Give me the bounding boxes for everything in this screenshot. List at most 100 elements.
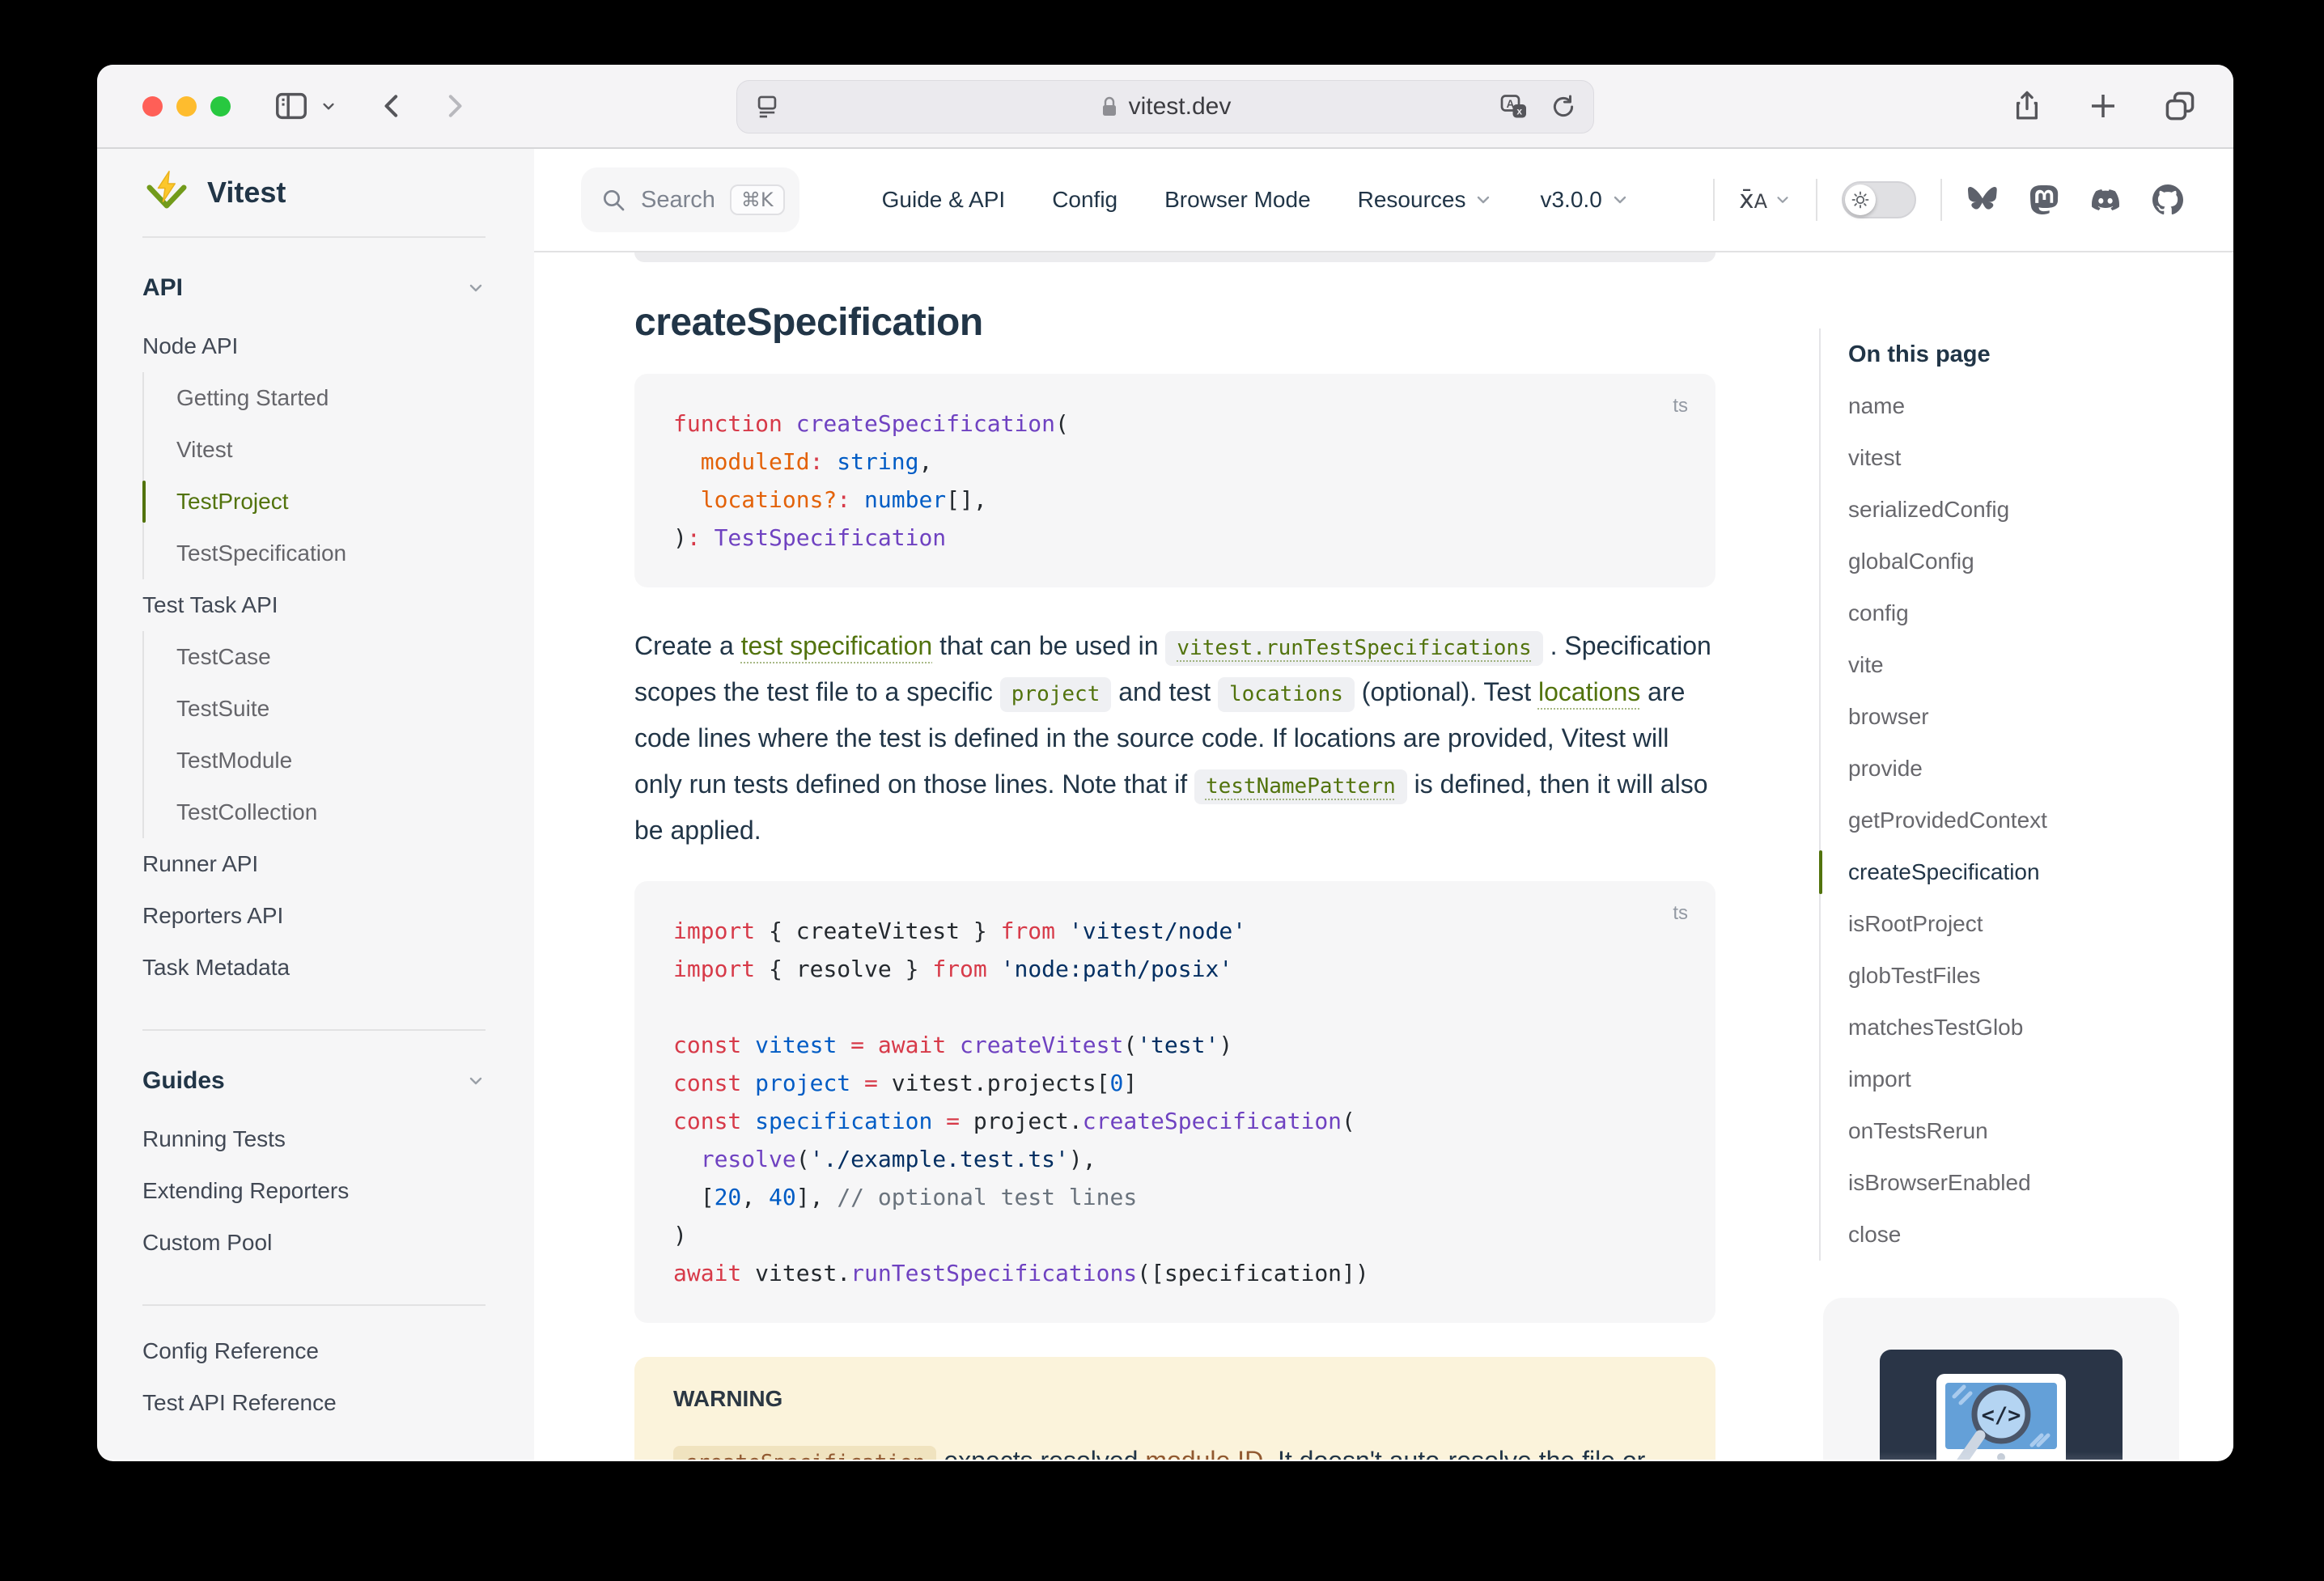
sidebar-item-extending-reporters[interactable]: Extending Reporters [142,1165,486,1217]
sidebar-item-getting-started[interactable]: Getting Started [176,372,486,424]
sidebar-item-node-api[interactable]: Node API [142,320,486,372]
tab-overview-button[interactable] [2162,88,2198,124]
code-line: moduleId: string, [673,443,1677,481]
inline-link[interactable]: test specification [741,631,933,660]
on-this-page: On this page namevitestserializedConfigg… [1819,328,2199,1261]
toc-item-isbrowserenabled[interactable]: isBrowserEnabled [1848,1157,2199,1209]
sidebar-item-testproject[interactable]: TestProject [176,476,486,528]
nav-item-browser-mode[interactable]: Browser Mode [1164,187,1311,213]
content-area: Search ⌘K Guide & API Config Browser Mode R… [534,149,2233,1460]
sidebar-item-test-task-api[interactable]: Test Task API [142,579,486,631]
doc-article: createSpecification ts function createSp… [634,252,1715,1460]
toc-item-close[interactable]: close [1848,1209,2199,1261]
sponsor-widget[interactable]: </> [1823,1298,2179,1460]
chevron-down-icon [466,1071,486,1091]
inline-link[interactable]: testNamePattern [1194,769,1407,804]
header-divider [1940,179,1942,221]
theme-toggle[interactable] [1842,181,1916,218]
header-divider [1816,179,1817,221]
intro-paragraph: Create a test specification that can be … [634,623,1715,854]
inline-code: project [1000,677,1112,712]
toc-item-vite[interactable]: vite [1848,639,2199,691]
back-button[interactable] [376,90,409,122]
code-line: await vitest.runTestSpecifications([spec… [673,1254,1677,1292]
sidebar-item-vitest[interactable]: Vitest [176,424,486,476]
toc-item-config[interactable]: config [1848,587,2199,639]
toc-item-matchestestglob[interactable]: matchesTestGlob [1848,1002,2199,1053]
sun-icon [1845,184,1876,215]
nav-item-label: Browser Mode [1164,187,1311,213]
nav-item-config[interactable]: Config [1052,187,1117,213]
minimize-window-button[interactable] [176,96,197,117]
sidebar-divider [142,1029,486,1031]
sidebar-item-config-reference[interactable]: Config Reference [142,1325,486,1377]
warning-body: createSpecification expects resolved mod… [673,1438,1677,1460]
toc-item-import[interactable]: import [1848,1053,2199,1105]
sidebar-item-running-tests[interactable]: Running Tests [142,1113,486,1165]
inline-link[interactable]: module ID [1145,1446,1263,1460]
toc-item-isrootproject[interactable]: isRootProject [1848,898,2199,950]
code-language-badge: ts [1673,387,1688,425]
code-block-signature: ts function createSpecification( moduleI… [634,374,1715,587]
forward-button[interactable] [438,90,470,122]
code-line: import { resolve } from 'node:path/posix… [673,950,1677,988]
github-icon[interactable] [2152,184,2183,215]
nav-item-label: Config [1052,187,1117,213]
discord-icon[interactable] [2089,186,2122,214]
new-tab-button[interactable] [2086,89,2120,123]
toc-item-globtestfiles[interactable]: globTestFiles [1848,950,2199,1002]
chevron-down-icon [1474,190,1493,210]
inline-link[interactable]: locations [1538,677,1640,706]
toc-item-browser[interactable]: browser [1848,691,2199,743]
toc-item-serializedconfig[interactable]: serializedConfig [1848,484,2199,536]
toc-item-createspecification[interactable]: createSpecification [1848,846,2199,898]
warning-callout: WARNING createSpecification expects reso… [634,1357,1715,1460]
sidebar-item-testcollection[interactable]: TestCollection [176,786,486,838]
code-line: locations?: number[], [673,481,1677,519]
search-shortcut-badge: ⌘K [730,184,785,215]
sidebar-item-custom-pool[interactable]: Custom Pool [142,1217,486,1269]
toc-item-getprovidedcontext[interactable]: getProvidedContext [1848,795,2199,846]
mastodon-icon[interactable] [2029,184,2059,215]
close-window-button[interactable] [142,96,163,117]
chevron-down-icon [1610,190,1630,210]
bluesky-icon[interactable] [1966,185,1999,214]
nav-item-resources[interactable]: Resources [1358,187,1494,213]
site-logo[interactable]: Vitest [142,149,486,236]
sidebar-spacer [142,1306,486,1325]
address-bar[interactable]: vitest.dev Ax [736,80,1594,134]
browser-window: vitest.dev Ax [97,65,2233,1461]
toc-item-globalconfig[interactable]: globalConfig [1848,536,2199,587]
sidebar-section-api[interactable]: API [142,262,486,314]
nav-item-v3-0-0[interactable]: v3.0.0 [1540,187,1629,213]
sidebar-item-testmodule[interactable]: TestModule [176,735,486,786]
sidebar-toggle-button[interactable] [273,87,310,125]
sidebar-item-testspecification[interactable]: TestSpecification [176,528,486,579]
toc-item-ontestsrerun[interactable]: onTestsRerun [1848,1105,2199,1157]
sidebar-item-runner-api[interactable]: Runner API [142,838,486,890]
toc-item-provide[interactable]: provide [1848,743,2199,795]
sidebar-menu-chevron[interactable] [318,95,339,117]
sidebar-item-test-api-reference[interactable]: Test API Reference [142,1377,486,1429]
toc-title: On this page [1848,328,2199,380]
inline-code: locations [1218,677,1355,712]
code-line: function createSpecification( [673,405,1677,443]
nav-item-guide-api[interactable]: Guide & API [882,187,1006,213]
sidebar-section-label: Guides [142,1067,225,1095]
sidebar-item-task-metadata[interactable]: Task Metadata [142,942,486,994]
toc-item-vitest[interactable]: vitest [1848,432,2199,484]
language-icon: x̄A [1739,185,1767,214]
inline-link[interactable]: vitest.runTestSpecifications [1165,631,1542,666]
search-button[interactable]: Search ⌘K [581,167,799,232]
sidebar-item-reporters-api[interactable]: Reporters API [142,890,486,942]
zoom-window-button[interactable] [210,96,231,117]
language-switcher[interactable]: x̄A [1739,185,1792,214]
sidebar-item-testcase[interactable]: TestCase [176,631,486,683]
warning-title: WARNING [673,1386,1677,1412]
sidebar-item-testsuite[interactable]: TestSuite [176,683,486,735]
main-nav: Guide & API Config Browser Mode Resources v… [882,187,1630,213]
toc-item-name[interactable]: name [1848,380,2199,432]
sidebar-section-label: API [142,274,183,302]
share-button[interactable] [2010,89,2044,123]
sidebar-section-guides[interactable]: Guides [142,1055,486,1107]
